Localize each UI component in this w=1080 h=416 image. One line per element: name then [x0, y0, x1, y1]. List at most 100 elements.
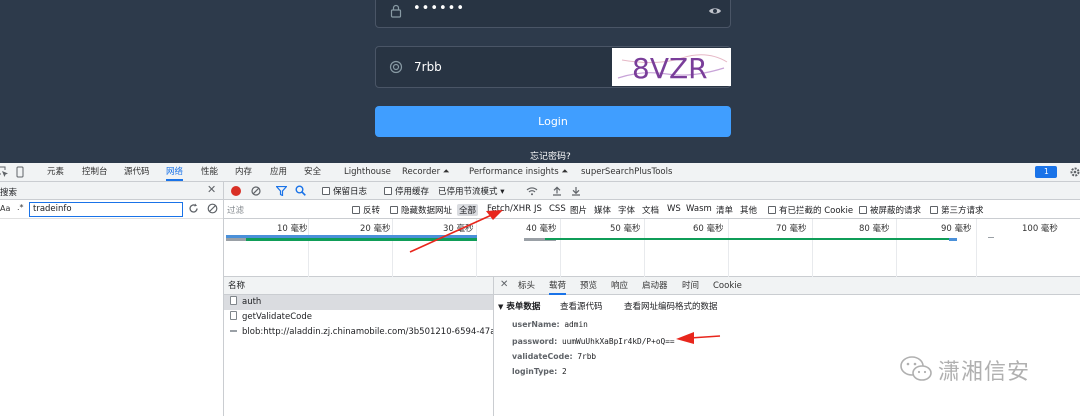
tab-timing[interactable]: 时间 — [682, 277, 699, 295]
tab-sources[interactable]: 源代码 — [124, 163, 150, 181]
filter-icon[interactable] — [276, 186, 287, 196]
tab-initiator[interactable]: 启动器 — [642, 277, 668, 295]
view-source-link[interactable]: 查看源代码 — [560, 300, 603, 312]
blocked-cookies-checkbox[interactable]: 有已拦截的 Cookie — [768, 204, 853, 216]
type-wasm[interactable]: Wasm — [686, 204, 712, 214]
field-value: uumWuUhkXaBpIr4kD/P+oQ== — [561, 337, 675, 346]
regex-toggle[interactable]: .* — [17, 203, 24, 212]
clear-log-icon[interactable] — [251, 186, 261, 196]
eye-icon[interactable] — [708, 5, 722, 17]
form-data-section[interactable]: ▼ 表单数据 — [498, 300, 540, 312]
form-data-title: 表单数据 — [506, 302, 541, 312]
tab-recorder[interactable]: Recorder ⏶ — [402, 163, 450, 181]
tab-network[interactable]: 网络 — [166, 163, 184, 181]
tab-application[interactable]: 应用 — [270, 163, 287, 181]
search-panel: 搜索 ✕ Aa .* tradeinfo — [0, 182, 224, 416]
invert-checkbox[interactable]: 反转 — [352, 204, 380, 216]
tab-memory[interactable]: 内存 — [235, 163, 252, 181]
search-icon[interactable] — [295, 185, 306, 196]
tab-supersearchplustools[interactable]: superSearchPlusTools — [581, 163, 672, 181]
type-media[interactable]: 媒体 — [594, 204, 611, 216]
request-row-auth[interactable]: auth — [224, 295, 493, 310]
password-field[interactable]: •••••• — [375, 0, 731, 28]
close-icon[interactable]: ✕ — [207, 183, 216, 196]
tab-elements[interactable]: 元素 — [47, 163, 64, 181]
grid-line — [560, 219, 561, 277]
form-field-password: password: uumWuUhkXaBpIr4kD/P+oQ== — [512, 337, 675, 346]
close-icon[interactable]: ✕ — [500, 279, 508, 290]
type-css[interactable]: CSS — [549, 204, 566, 214]
field-key: password: — [512, 337, 558, 346]
request-row-blob[interactable]: blob:http://aladdin.zj.chinamobile.com/3… — [224, 325, 493, 340]
detail-tabs: ✕ 标头 载荷 预览 响应 启动器 时间 Cookie — [494, 277, 1080, 295]
disable-cache-checkbox[interactable]: 停用缓存 — [384, 185, 429, 197]
blocked-requests-checkbox[interactable]: 被屏蔽的请求 — [859, 204, 921, 216]
timeline-bar — [545, 238, 957, 240]
third-party-checkbox[interactable]: 第三方请求 — [930, 204, 984, 216]
captcha-text: 8VZR — [632, 52, 708, 85]
blocked-cookies-label: 有已拦截的 Cookie — [779, 206, 854, 216]
type-doc[interactable]: 文档 — [642, 204, 659, 216]
request-file-icon — [230, 296, 237, 305]
type-other[interactable]: 其他 — [740, 204, 757, 216]
field-key: validateCode: — [512, 352, 573, 361]
forgot-password-link[interactable]: 忘记密码? — [530, 149, 571, 162]
timeline-bar — [949, 238, 957, 241]
type-all[interactable]: 全部 — [457, 204, 479, 216]
record-button[interactable] — [231, 186, 241, 196]
tab-payload[interactable]: 载荷 — [549, 277, 567, 295]
tab-cookies[interactable]: Cookie — [713, 277, 742, 295]
tab-preview[interactable]: 预览 — [580, 277, 597, 295]
captcha-icon — [389, 60, 403, 74]
tab-performance[interactable]: 性能 — [201, 163, 218, 181]
tab-headers[interactable]: 标头 — [518, 277, 535, 295]
type-ws[interactable]: WS — [667, 204, 681, 214]
network-toolbar: 保留日志 停用缓存 已停用节流模式 ▾ — [224, 182, 1080, 200]
view-url-encoded-link[interactable]: 查看网址编码格式的数据 — [624, 300, 718, 312]
upload-icon[interactable] — [552, 186, 562, 196]
request-name: blob:http://aladdin.zj.chinamobile.com/3… — [242, 327, 493, 337]
name-column-header[interactable]: 名称 — [224, 277, 493, 295]
captcha-image[interactable]: 8VZR — [612, 48, 731, 86]
search-input[interactable]: tradeinfo — [29, 202, 183, 217]
login-button[interactable]: Login — [375, 106, 731, 137]
grid-line — [976, 219, 977, 277]
timeline-tick: 50 毫秒 — [610, 224, 641, 234]
download-icon[interactable] — [571, 186, 581, 196]
request-file-icon — [230, 311, 237, 320]
throttle-select[interactable]: 已停用节流模式 ▾ — [438, 185, 504, 197]
gear-icon[interactable] — [1069, 166, 1080, 178]
tab-lighthouse[interactable]: Lighthouse — [344, 163, 391, 181]
request-row-getvalidatecode[interactable]: getValidateCode — [224, 310, 493, 325]
type-font[interactable]: 字体 — [618, 204, 635, 216]
type-manifest[interactable]: 清单 — [716, 204, 733, 216]
timeline-tick: 10 毫秒 — [277, 224, 308, 234]
match-case-toggle[interactable]: Aa — [0, 204, 10, 213]
clear-icon[interactable] — [207, 203, 218, 214]
preserve-log-checkbox[interactable]: 保留日志 — [322, 185, 367, 197]
wifi-icon[interactable] — [526, 186, 538, 196]
timeline-tick: 90 毫秒 — [941, 224, 972, 234]
inspect-icon[interactable] — [0, 166, 9, 178]
hide-data-urls-checkbox[interactable]: 隐藏数据网址 — [390, 204, 452, 216]
issues-badge[interactable]: 1 — [1035, 166, 1057, 178]
network-timeline[interactable]: 10 毫秒 20 毫秒 30 毫秒 40 毫秒 50 毫秒 60 毫秒 70 毫… — [224, 219, 1080, 277]
third-party-label: 第三方请求 — [941, 206, 984, 216]
captcha-input-value: 7rbb — [414, 60, 442, 74]
captcha-field[interactable]: 7rbb 8VZR — [375, 46, 731, 88]
filter-bar: 过滤 反转 隐藏数据网址 全部 Fetch/XHR JS CSS 图片 媒体 字… — [224, 200, 1080, 219]
type-fetch-xhr[interactable]: Fetch/XHR — [487, 204, 531, 214]
tab-performance-insights[interactable]: Performance insights ⏶ — [469, 163, 568, 181]
device-toggle-icon[interactable] — [14, 166, 26, 178]
refresh-icon[interactable] — [188, 203, 199, 214]
tab-console[interactable]: 控制台 — [82, 163, 108, 181]
field-key: loginType: — [512, 367, 558, 376]
filter-input[interactable]: 过滤 — [227, 204, 244, 216]
tab-response[interactable]: 响应 — [611, 277, 628, 295]
tab-security[interactable]: 安全 — [304, 163, 321, 181]
grid-line — [476, 219, 477, 277]
field-value: 2 — [562, 367, 567, 376]
type-js[interactable]: JS — [534, 204, 542, 214]
type-img[interactable]: 图片 — [570, 204, 587, 216]
timeline-bar — [988, 237, 994, 238]
